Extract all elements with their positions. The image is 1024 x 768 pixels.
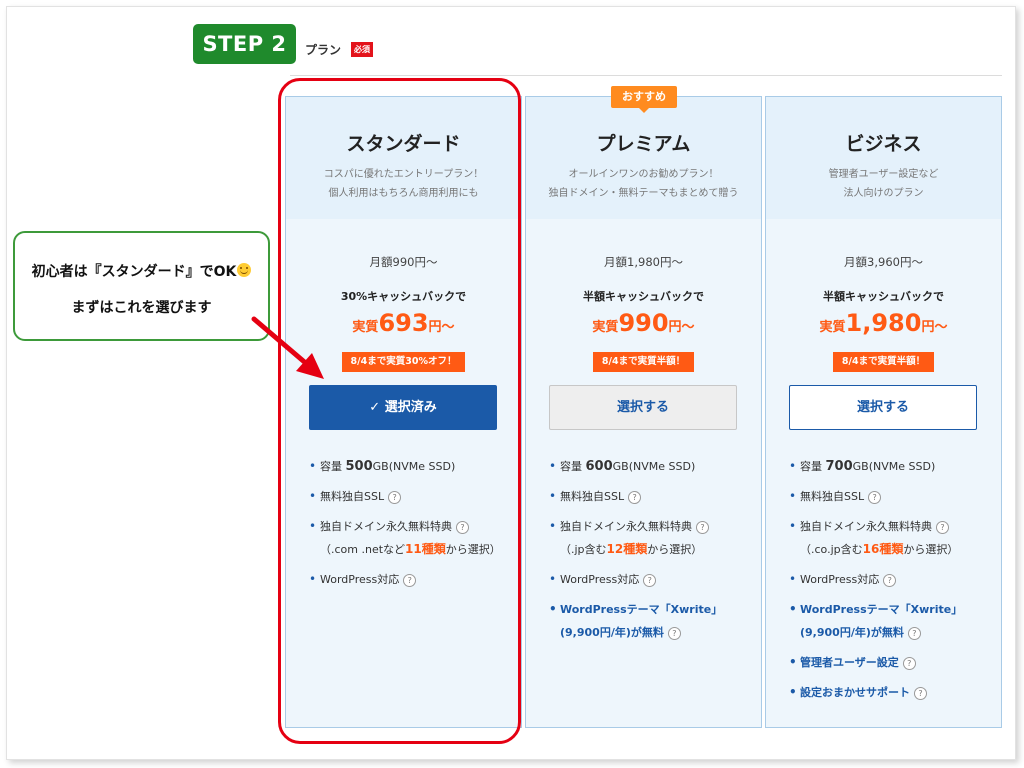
callout-text: 初心者は『スタンダード』でOK bbox=[31, 264, 237, 280]
feature-theme: WordPressテーマ「Xwrite」 (9,900円/年)が無料? bbox=[789, 598, 994, 644]
plan-description: オールインワンのお勧めプラン！ 独自ドメイン・無料テーマもまとめて贈う bbox=[526, 165, 761, 203]
feature-storage: 容量 700GB(NVMe SSD) bbox=[789, 455, 994, 478]
feature-text: 独自ドメイン永久無料特典 bbox=[800, 520, 932, 533]
feature-text: 独自ドメイン永久無料特典 bbox=[560, 520, 692, 533]
plan-description-line: 管理者ユーザー設定など bbox=[828, 169, 939, 180]
feature-text: WordPress対応 bbox=[800, 573, 880, 586]
help-icon[interactable]: ? bbox=[936, 520, 949, 534]
promo-badge: 8/4まで実質半額！ bbox=[832, 352, 935, 372]
section-divider bbox=[290, 75, 1002, 76]
cashback-text: 半額キャッシュバックで bbox=[823, 290, 944, 303]
feature-text: GB(NVMe SSD) bbox=[852, 460, 936, 473]
section-label: プラン bbox=[305, 43, 342, 57]
promo-wrapper: 8/4まで実質半額！ bbox=[526, 349, 761, 372]
feature-list: 容量 600GB(NVMe SSD) 無料独自SSL? 独自ドメイン永久無料特典… bbox=[549, 455, 754, 651]
feature-wordpress: WordPress対応? bbox=[549, 568, 754, 591]
feature-text: 容量 bbox=[800, 460, 826, 473]
feature-text: （.jp含む bbox=[560, 543, 607, 556]
callout-line-1: 初心者は『スタンダード』でOK bbox=[15, 261, 268, 281]
plan-description: 管理者ユーザー設定など 法人向けのプラン bbox=[766, 165, 1001, 203]
annotation-callout: 初心者は『スタンダード』でOK まずはこれを選びます bbox=[13, 231, 270, 341]
plan-description-line: 独自ドメイン・無料テーマもまとめて贈う bbox=[548, 188, 739, 199]
effective-price: 実質990円〜 bbox=[526, 309, 761, 337]
required-badge: 必須 bbox=[351, 42, 373, 57]
monthly-price: 月額3,960円〜 bbox=[844, 255, 923, 269]
feature-storage: 容量 600GB(NVMe SSD) bbox=[549, 455, 754, 478]
plan-name: ビジネス bbox=[845, 133, 922, 155]
plan-description-line: オールインワンのお勧めプラン！ bbox=[568, 169, 719, 180]
plan-name: プレミアム bbox=[596, 133, 691, 155]
help-icon[interactable]: ? bbox=[868, 490, 882, 504]
feature-ssl: 無料独自SSL? bbox=[789, 485, 994, 508]
callout-line-2: まずはこれを選びます bbox=[71, 300, 212, 316]
plan-description-line: 法人向けのプラン bbox=[843, 188, 924, 199]
feature-text: 設定おまかせサポート bbox=[800, 686, 910, 699]
help-icon[interactable]: ? bbox=[902, 656, 916, 670]
feature-wordpress: WordPress対応? bbox=[789, 568, 994, 591]
domain-count: 12種類 bbox=[606, 542, 648, 556]
recommend-tag: おすすめ bbox=[611, 86, 677, 113]
select-plan-button-premium[interactable]: 選択する bbox=[549, 385, 737, 430]
help-icon[interactable]: ? bbox=[696, 520, 709, 534]
feature-text: から選択） bbox=[903, 543, 959, 556]
help-icon[interactable]: ? bbox=[667, 626, 681, 640]
storage-amount: 700 bbox=[825, 459, 853, 474]
help-icon[interactable]: ? bbox=[914, 686, 927, 700]
step-badge: STEP 2 bbox=[193, 24, 296, 64]
feature-domain: 独自ドメイン永久無料特典? （.jp含む12種類から選択） bbox=[549, 515, 754, 561]
help-icon[interactable]: ? bbox=[883, 573, 897, 587]
plan-card-premium[interactable]: プレミアム オールインワンのお勧めプラン！ 独自ドメイン・無料テーマもまとめて贈… bbox=[525, 96, 762, 728]
effective-price-amount: 1,980 bbox=[845, 309, 922, 337]
help-icon[interactable]: ? bbox=[628, 490, 642, 504]
feature-text: WordPress対応 bbox=[560, 573, 640, 586]
feature-text: から選択） bbox=[647, 543, 703, 556]
promo-wrapper: 8/4まで実質半額！ bbox=[766, 349, 1001, 372]
feature-theme: WordPressテーマ「Xwrite」 (9,900円/年)が無料? bbox=[549, 598, 754, 644]
feature-setup-support: 設定おまかせサポート? bbox=[789, 681, 994, 704]
feature-admin-users: 管理者ユーザー設定? bbox=[789, 651, 994, 674]
feature-list: 容量 700GB(NVMe SSD) 無料独自SSL? 独自ドメイン永久無料特典… bbox=[789, 455, 994, 711]
effective-price-suffix: 円〜 bbox=[668, 320, 695, 335]
effective-price-prefix: 実質 bbox=[592, 320, 619, 335]
storage-amount: 600 bbox=[585, 459, 613, 474]
feature-ssl: 無料独自SSL? bbox=[549, 485, 754, 508]
help-icon[interactable]: ? bbox=[907, 626, 921, 640]
feature-text: WordPressテーマ「Xwrite」 bbox=[800, 603, 963, 616]
promo-badge: 8/4まで実質半額！ bbox=[592, 352, 695, 372]
plan-card-business[interactable]: ビジネス 管理者ユーザー設定など 法人向けのプラン 月額3,960円〜 半額キャ… bbox=[765, 96, 1002, 728]
feature-text: 無料独自SSL bbox=[560, 490, 625, 503]
cashback-text: 半額キャッシュバックで bbox=[583, 290, 704, 303]
feature-domain: 独自ドメイン永久無料特典? （.co.jp含む16種類から選択） bbox=[789, 515, 994, 561]
help-icon[interactable]: ? bbox=[643, 573, 657, 587]
monthly-price: 月額1,980円〜 bbox=[604, 255, 683, 269]
red-arrow-icon bbox=[251, 316, 324, 379]
feature-text: 無料独自SSL bbox=[800, 490, 865, 503]
feature-text: 容量 bbox=[560, 460, 586, 473]
effective-price-suffix: 円〜 bbox=[921, 320, 948, 335]
feature-text: （.co.jp含む bbox=[800, 543, 863, 556]
feature-text: GB(NVMe SSD) bbox=[612, 460, 696, 473]
domain-count: 16種類 bbox=[862, 542, 904, 556]
highlight-ring bbox=[278, 78, 521, 744]
smile-icon bbox=[237, 263, 252, 277]
effective-price: 実質1,980円〜 bbox=[766, 309, 1001, 337]
feature-text: (9,900円/年)が無料 bbox=[800, 626, 904, 639]
feature-text: 管理者ユーザー設定 bbox=[800, 656, 899, 669]
select-plan-button-business[interactable]: 選択する bbox=[789, 385, 977, 430]
effective-price-prefix: 実質 bbox=[819, 320, 846, 335]
feature-text: WordPressテーマ「Xwrite」 bbox=[560, 603, 723, 616]
effective-price-amount: 990 bbox=[618, 309, 669, 337]
feature-text: (9,900円/年)が無料 bbox=[560, 626, 664, 639]
